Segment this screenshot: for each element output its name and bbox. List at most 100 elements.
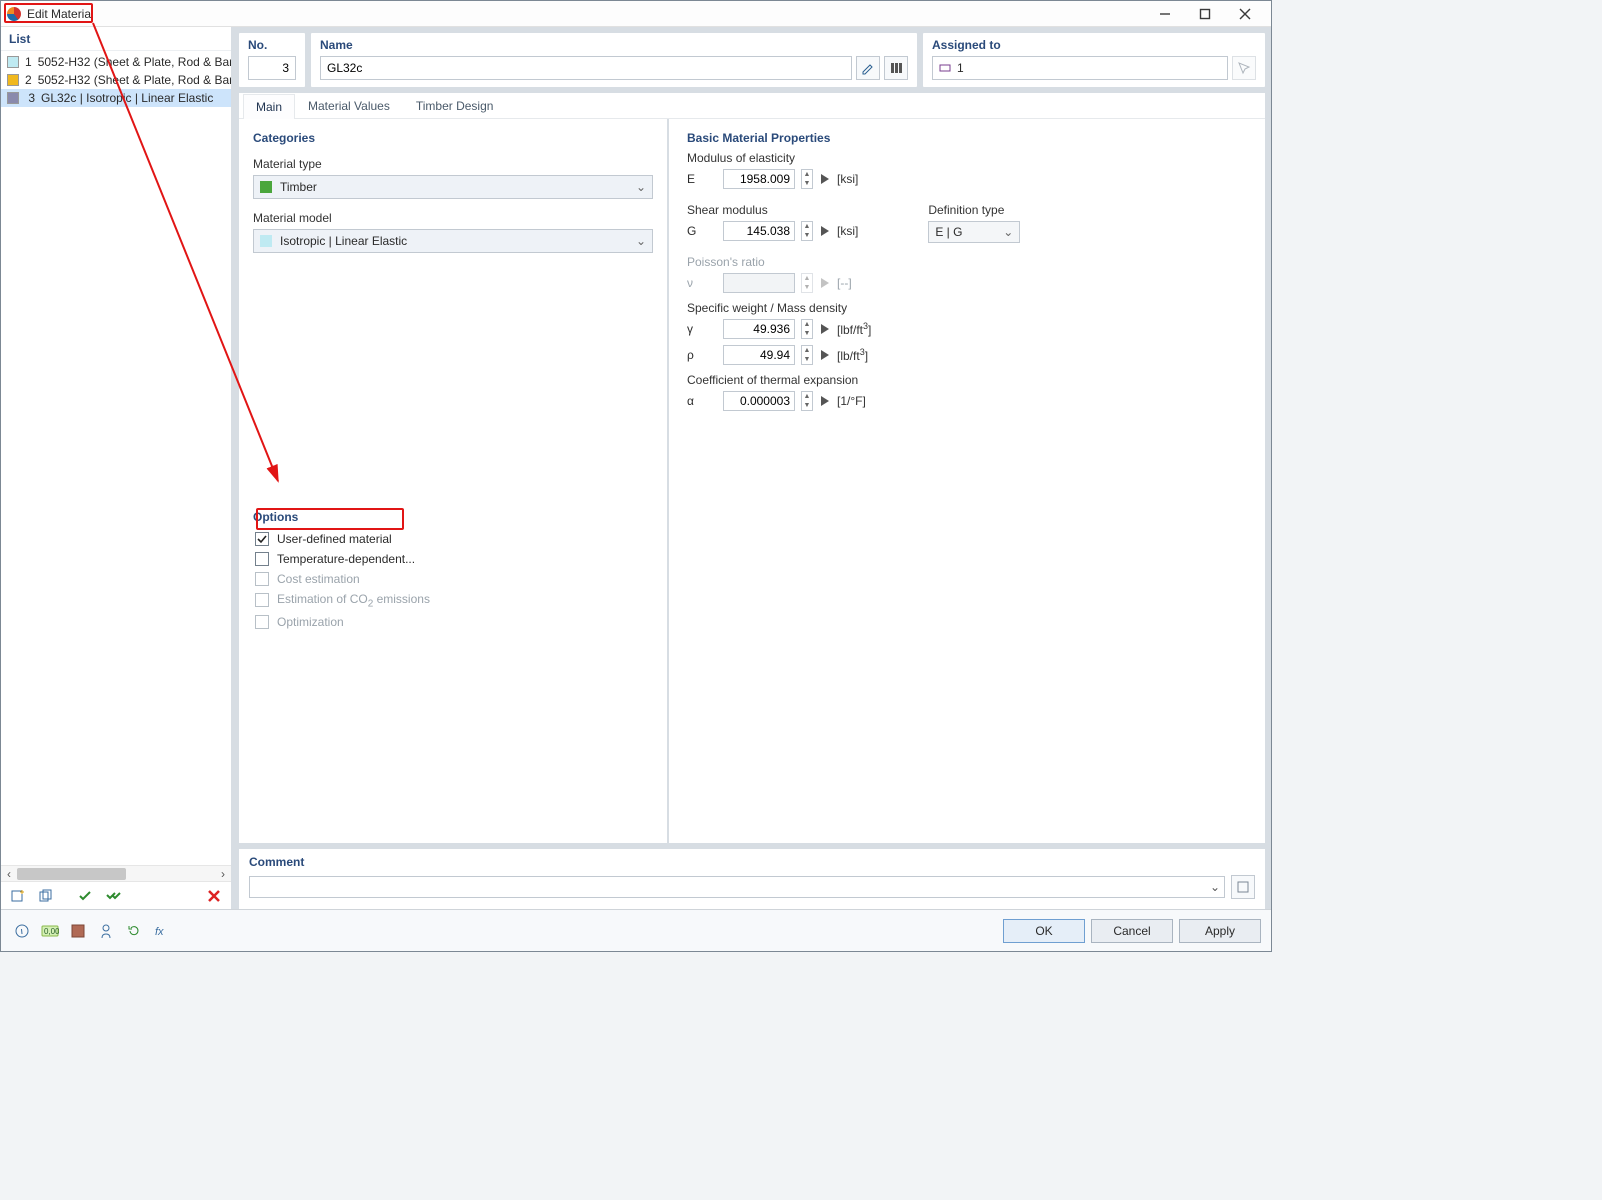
window-title: Edit Material <box>27 7 94 21</box>
play-icon[interactable] <box>819 323 831 335</box>
comment-section: Comment ⌄ <box>239 849 1265 909</box>
material-type-select[interactable]: Timber ⌄ <box>253 175 653 199</box>
user-defined-checkbox-row[interactable]: User-defined material <box>253 530 653 550</box>
co2-checkbox-row: Estimation of CO2 emissions <box>253 590 653 613</box>
play-icon[interactable] <box>819 395 831 407</box>
chevron-down-icon: ⌄ <box>636 180 646 194</box>
stepper[interactable]: ▲▼ <box>801 391 813 411</box>
checkbox-disabled-icon <box>255 615 269 629</box>
play-icon[interactable] <box>819 349 831 361</box>
list-item[interactable]: 1 5052-H32 (Sheet & Plate, Rod & Bar) | … <box>1 53 231 71</box>
rho-input[interactable] <box>723 345 795 365</box>
pick-icon[interactable] <box>1232 56 1256 80</box>
horizontal-scrollbar[interactable]: ‹ › <box>1 865 231 881</box>
color-swatch <box>7 56 19 68</box>
cost-checkbox-row: Cost estimation <box>253 570 653 590</box>
minimize-button[interactable] <box>1145 1 1185 27</box>
checkbox-checked-icon[interactable] <box>255 532 269 546</box>
no-input[interactable] <box>248 56 296 80</box>
list-item-label: GL32c | Isotropic | Linear Elastic <box>41 91 213 105</box>
tab-container: Main Material Values Timber Design Categ… <box>239 93 1265 843</box>
stepper[interactable]: ▲▼ <box>801 221 813 241</box>
chevron-down-icon: ⌄ <box>1210 880 1220 894</box>
user-defined-label: User-defined material <box>277 532 392 546</box>
svg-text:fx: fx <box>155 926 164 938</box>
temperature-label: Temperature-dependent... <box>277 552 415 566</box>
shear-label: Shear modulus <box>687 203 858 217</box>
delete-icon[interactable] <box>203 885 225 907</box>
g-symbol: G <box>687 224 701 238</box>
comment-edit-icon[interactable] <box>1231 875 1255 899</box>
library-icon[interactable] <box>884 56 908 80</box>
titlebar: Edit Material <box>1 1 1271 27</box>
expert-icon[interactable] <box>95 920 117 942</box>
type-swatch <box>260 181 272 193</box>
stepper[interactable]: ▲▼ <box>801 169 813 189</box>
modulus-e-label: Modulus of elasticity <box>687 151 1251 165</box>
cancel-button[interactable]: Cancel <box>1091 919 1173 943</box>
temperature-checkbox-row[interactable]: Temperature-dependent... <box>253 550 653 570</box>
name-input[interactable] <box>320 56 852 80</box>
apply-button[interactable]: Apply <box>1179 919 1261 943</box>
include-all-icon[interactable] <box>103 885 125 907</box>
density-label: Specific weight / Mass density <box>687 301 1251 315</box>
copy-item-icon[interactable] <box>35 885 57 907</box>
tab-main[interactable]: Main <box>243 94 295 119</box>
material-model-select[interactable]: Isotropic | Linear Elastic ⌄ <box>253 229 653 253</box>
tab-timber-design[interactable]: Timber Design <box>403 93 507 118</box>
basic-title: Basic Material Properties <box>687 131 1251 145</box>
reset-icon[interactable] <box>123 920 145 942</box>
list-item-index: 3 <box>25 91 35 105</box>
material-type-label: Material type <box>253 157 653 171</box>
list-item[interactable]: 2 5052-H32 (Sheet & Plate, Rod & Bar) | … <box>1 71 231 89</box>
app-icon <box>7 7 21 21</box>
stepper[interactable]: ▲▼ <box>801 345 813 365</box>
assigned-input[interactable]: 1 <box>932 56 1228 80</box>
checkbox-icon[interactable] <box>255 552 269 566</box>
name-label: Name <box>320 38 908 52</box>
play-icon[interactable] <box>819 173 831 185</box>
color-icon[interactable] <box>67 920 89 942</box>
edit-name-icon[interactable] <box>856 56 880 80</box>
list-item-selected[interactable]: 3 GL32c | Isotropic | Linear Elastic <box>1 89 231 107</box>
g-unit: [ksi] <box>837 224 858 238</box>
co2-label: Estimation of CO2 emissions <box>277 592 430 609</box>
ok-button[interactable]: OK <box>1003 919 1085 943</box>
v-input <box>723 273 795 293</box>
optimization-checkbox-row: Optimization <box>253 613 653 633</box>
stepper[interactable]: ▲▼ <box>801 319 813 339</box>
gamma-input[interactable] <box>723 319 795 339</box>
poisson-label: Poisson's ratio <box>687 255 1251 269</box>
tab-strip: Main Material Values Timber Design <box>239 93 1265 119</box>
maximize-button[interactable] <box>1185 1 1225 27</box>
comment-input[interactable]: ⌄ <box>249 876 1225 898</box>
cost-label: Cost estimation <box>277 572 360 586</box>
function-icon[interactable]: fx <box>151 920 173 942</box>
gamma-unit: [lbf/ft3] <box>837 321 871 337</box>
close-button[interactable] <box>1225 1 1265 27</box>
dialog-footer: 0,00 fx OK Cancel Apply <box>1 909 1271 951</box>
gamma-symbol: γ <box>687 322 701 336</box>
e-input[interactable] <box>723 169 795 189</box>
definition-type-select[interactable]: E | G ⌄ <box>928 221 1020 243</box>
new-item-icon[interactable] <box>7 885 29 907</box>
play-icon[interactable] <box>819 225 831 237</box>
list-item-index: 2 <box>25 73 32 87</box>
alpha-input[interactable] <box>723 391 795 411</box>
help-icon[interactable] <box>11 920 33 942</box>
scroll-left-icon[interactable]: ‹ <box>1 867 17 881</box>
optimization-label: Optimization <box>277 615 344 629</box>
g-input[interactable] <box>723 221 795 241</box>
scroll-right-icon[interactable]: › <box>215 867 231 881</box>
scroll-thumb[interactable] <box>17 868 126 880</box>
tab-material-values[interactable]: Material Values <box>295 93 403 118</box>
checkbox-disabled-icon <box>255 572 269 586</box>
e-symbol: E <box>687 172 701 186</box>
units-icon[interactable]: 0,00 <box>39 920 61 942</box>
assigned-field: Assigned to 1 <box>923 33 1265 87</box>
material-list[interactable]: 1 5052-H32 (Sheet & Plate, Rod & Bar) | … <box>1 51 231 865</box>
sidebar: List 1 5052-H32 (Sheet & Plate, Rod & Ba… <box>1 27 233 909</box>
include-icon[interactable] <box>75 885 97 907</box>
e-unit: [ksi] <box>837 172 858 186</box>
assigned-value: 1 <box>957 61 964 75</box>
